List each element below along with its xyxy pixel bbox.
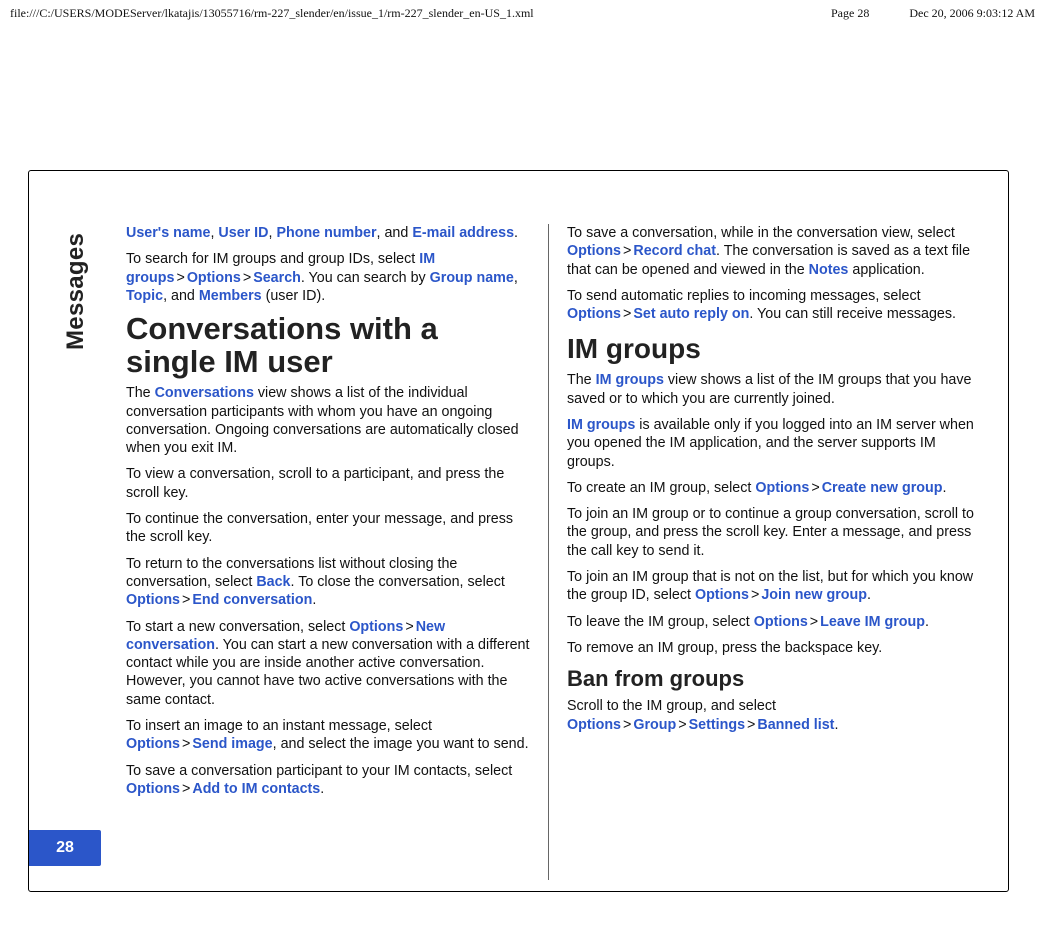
link-options: Options (567, 306, 621, 322)
p-view-conv: To view a conversation, scroll to a part… (126, 465, 534, 502)
section-tab-messages: Messages (62, 233, 90, 350)
link-members: Members (199, 288, 262, 304)
link-options: Options (754, 614, 808, 630)
heading-ban-from-groups: Ban from groups (567, 665, 975, 693)
link-banned-list: Banned list (757, 717, 834, 733)
link-join-new-group: Join new group (761, 587, 867, 603)
link-options: Options (567, 717, 621, 733)
print-header-right: Page 28 Dec 20, 2006 9:03:12 AM (831, 6, 1035, 21)
link-add-to-im-contacts: Add to IM contacts (192, 781, 320, 797)
link-options: Options (187, 270, 241, 286)
link-phone-number: Phone number (276, 225, 376, 241)
link-leave-im-group: Leave IM group (820, 614, 925, 630)
p-save-participant: To save a conversation participant to yo… (126, 762, 534, 799)
link-record-chat: Record chat (633, 243, 716, 259)
p-new-conv: To start a new conversation, select Opti… (126, 618, 534, 709)
p-join-group: To join an IM group or to continue a gro… (567, 505, 975, 560)
link-group-name: Group name (430, 270, 514, 286)
intro-line: User's name, User ID, Phone number, and … (126, 224, 534, 242)
p-search-groups: To search for IM groups and group IDs, s… (126, 250, 534, 305)
p-record-chat: To save a conversation, while in the con… (567, 224, 975, 279)
link-notes-app: Notes (809, 262, 849, 278)
link-create-new-group: Create new group (822, 480, 943, 496)
link-topic: Topic (126, 288, 163, 304)
link-im-groups: IM groups (567, 417, 635, 433)
page-label: Page 28 (831, 6, 869, 21)
link-email-address: E-mail address (412, 225, 514, 241)
p-remove-group: To remove an IM group, press the backspa… (567, 639, 975, 657)
link-end-conversation: End conversation (192, 592, 312, 608)
link-options: Options (567, 243, 621, 259)
page-number: 28 (29, 830, 101, 866)
file-path: file:///C:/USERS/MODEServer/lkatajis/130… (10, 6, 534, 21)
timestamp: Dec 20, 2006 9:03:12 AM (909, 6, 1035, 21)
link-im-groups: IM groups (596, 372, 664, 388)
p-continue-conv: To continue the conversation, enter your… (126, 510, 534, 547)
heading-conversations: Conversations with a single IM user (126, 313, 534, 378)
p-auto-reply: To send automatic replies to incoming me… (567, 287, 975, 324)
link-back: Back (256, 574, 290, 590)
p-create-group: To create an IM group, select Options>Cr… (567, 479, 975, 497)
link-user-id: User ID (218, 225, 268, 241)
p-insert-image: To insert an image to an instant message… (126, 717, 534, 754)
p-conv-view: The Conversations view shows a list of t… (126, 384, 534, 457)
link-group: Group (633, 717, 676, 733)
p-leave-group: To leave the IM group, select Options>Le… (567, 613, 975, 631)
p-groups-view: The IM groups view shows a list of the I… (567, 371, 975, 408)
link-set-auto-reply: Set auto reply on (633, 306, 749, 322)
body-columns: User's name, User ID, Phone number, and … (126, 224, 975, 880)
p-banned-list: Scroll to the IM group, and select Optio… (567, 697, 975, 734)
link-options: Options (755, 480, 809, 496)
link-options: Options (349, 619, 403, 635)
column-right: To save a conversation, while in the con… (559, 224, 975, 880)
link-options: Options (126, 781, 180, 797)
link-options: Options (126, 736, 180, 752)
p-join-new-group: To join an IM group that is not on the l… (567, 568, 975, 605)
link-conversations: Conversations (155, 385, 254, 401)
heading-im-groups: IM groups (567, 331, 975, 367)
p-groups-availability: IM groups is available only if you logge… (567, 416, 975, 471)
link-settings: Settings (689, 717, 745, 733)
link-users-name: User's name (126, 225, 210, 241)
column-left: User's name, User ID, Phone number, and … (126, 224, 549, 880)
link-search: Search (253, 270, 301, 286)
p-return-conv: To return to the conversations list with… (126, 555, 534, 610)
link-options: Options (126, 592, 180, 608)
link-send-image: Send image (192, 736, 272, 752)
link-options: Options (695, 587, 749, 603)
print-header: file:///C:/USERS/MODEServer/lkatajis/130… (10, 6, 1035, 21)
